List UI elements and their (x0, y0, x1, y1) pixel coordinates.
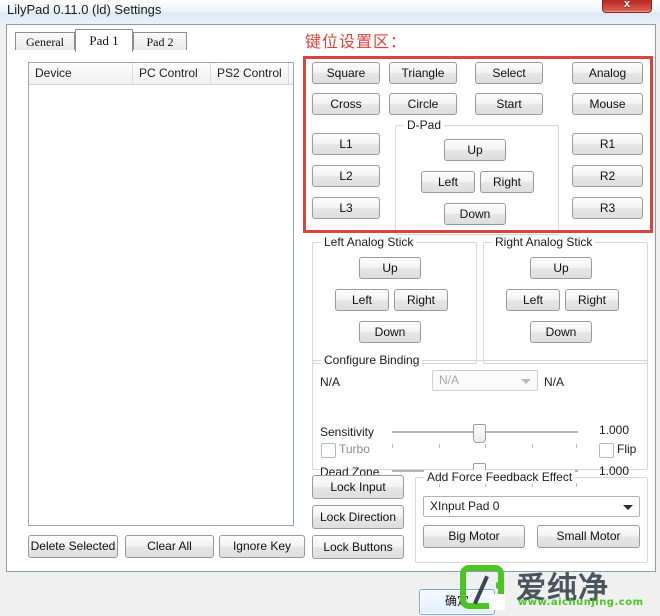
pad-button-cross[interactable]: Cross (312, 93, 380, 115)
title-bar: LilyPad 0.11.0 (ld) Settings x (0, 0, 660, 25)
clear-all-button[interactable]: Clear All (125, 535, 214, 558)
dpad-group-title: D-Pad (404, 118, 445, 132)
pad-button-l3[interactable]: L3 (312, 197, 380, 219)
turbo-label: Turbo (339, 442, 370, 456)
client-area: General Pad 1 Pad 2 Device PC Control PS… (0, 24, 660, 616)
annotation-label: 键位设置区： (305, 32, 408, 51)
tab-pad-2[interactable]: Pad 2 (133, 32, 187, 50)
pad-button-r1[interactable]: R1 (572, 133, 643, 155)
right-stick-right-button[interactable]: Right (565, 289, 619, 311)
sensitivity-label: Sensitivity (320, 425, 375, 439)
watermark: 爱纯净 www.aichunjing.com (460, 563, 656, 613)
pad-button-r3[interactable]: R3 (572, 197, 643, 219)
deadzone-value: 1.000 (599, 464, 630, 478)
right-analog-stick-title: Right Analog Stick (492, 235, 596, 249)
window-title: LilyPad 0.11.0 (ld) Settings (7, 2, 162, 17)
flip-label: Flip (617, 442, 637, 456)
pad-button-start[interactable]: Start (475, 93, 543, 115)
dpad-right-button[interactable]: Right (480, 171, 534, 193)
left-analog-stick-title: Left Analog Stick (321, 235, 417, 249)
watermark-logo-notch (489, 594, 505, 610)
pad-button-l1[interactable]: L1 (312, 133, 380, 155)
pad-button-select[interactable]: Select (475, 62, 543, 84)
pad-button-triangle[interactable]: Triangle (389, 62, 457, 84)
configure-binding-title: Configure Binding (321, 353, 423, 367)
force-feedback-group: Add Force Feedback Effect (415, 470, 648, 563)
lock-direction-button[interactable]: Lock Direction (312, 505, 404, 529)
binding-device-select[interactable]: N/A (432, 370, 538, 391)
binding-device-select-value: N/A (439, 373, 460, 387)
sensitivity-slider[interactable] (392, 424, 578, 449)
settings-panel: General Pad 1 Pad 2 Device PC Control PS… (6, 24, 656, 572)
pad-button-analog[interactable]: Analog (572, 62, 643, 84)
chevron-down-icon (521, 378, 531, 384)
sensitivity-slider-ticks (392, 444, 578, 449)
dpad-down-button[interactable]: Down (444, 203, 506, 225)
dpad-left-button[interactable]: Left (421, 171, 475, 193)
watermark-logo-dot (496, 582, 503, 589)
pad-button-r2[interactable]: R2 (572, 165, 643, 187)
application-window: LilyPad 0.11.0 (ld) Settings x General P… (0, 0, 660, 616)
right-stick-left-button[interactable]: Left (506, 289, 560, 311)
left-stick-left-button[interactable]: Left (335, 289, 389, 311)
column-header-extra[interactable] (289, 63, 295, 84)
column-header-pc-control[interactable]: PC Control (133, 63, 211, 84)
pad-button-l2[interactable]: L2 (312, 165, 380, 187)
pad-button-circle[interactable]: Circle (389, 93, 457, 115)
left-stick-right-button[interactable]: Right (394, 289, 448, 311)
sensitivity-value: 1.000 (599, 423, 630, 437)
dpad-up-button[interactable]: Up (444, 139, 506, 161)
close-icon: x (623, 0, 631, 10)
ignore-key-button[interactable]: Ignore Key (219, 535, 305, 558)
flip-checkbox[interactable] (599, 443, 614, 458)
big-motor-button[interactable]: Big Motor (423, 525, 525, 548)
right-stick-up-button[interactable]: Up (530, 257, 592, 279)
tab-general[interactable]: General (15, 32, 75, 50)
chevron-down-icon (623, 504, 633, 510)
watermark-logo-icon (460, 565, 505, 610)
column-header-ps2-control[interactable]: PS2 Control (211, 63, 289, 84)
device-binding-list[interactable]: Device PC Control PS2 Control (28, 62, 294, 526)
pad-button-mouse[interactable]: Mouse (572, 93, 643, 115)
turbo-checkbox[interactable] (321, 443, 336, 458)
right-stick-down-button[interactable]: Down (530, 321, 592, 343)
column-header-device[interactable]: Device (29, 63, 133, 84)
binding-left-label: N/A (320, 375, 341, 389)
lock-buttons-button[interactable]: Lock Buttons (312, 535, 404, 559)
tab-pad-1[interactable]: Pad 1 (75, 29, 133, 52)
lock-input-button[interactable]: Lock Input (312, 475, 404, 499)
left-stick-up-button[interactable]: Up (359, 257, 421, 279)
list-header: Device PC Control PS2 Control (29, 63, 293, 85)
delete-selected-button[interactable]: Delete Selected (28, 535, 118, 558)
left-stick-down-button[interactable]: Down (359, 321, 421, 343)
force-feedback-title: Add Force Feedback Effect (424, 470, 576, 484)
force-feedback-device-value: XInput Pad 0 (430, 499, 500, 513)
binding-right-label: N/A (544, 375, 565, 389)
sensitivity-slider-thumb[interactable] (473, 424, 486, 443)
pad-button-square[interactable]: Square (312, 62, 380, 84)
watermark-url: www.aichunjing.com (518, 597, 644, 608)
force-feedback-device-select[interactable]: XInput Pad 0 (423, 496, 640, 517)
small-motor-button[interactable]: Small Motor (537, 525, 640, 548)
close-button[interactable]: x (602, 0, 652, 13)
